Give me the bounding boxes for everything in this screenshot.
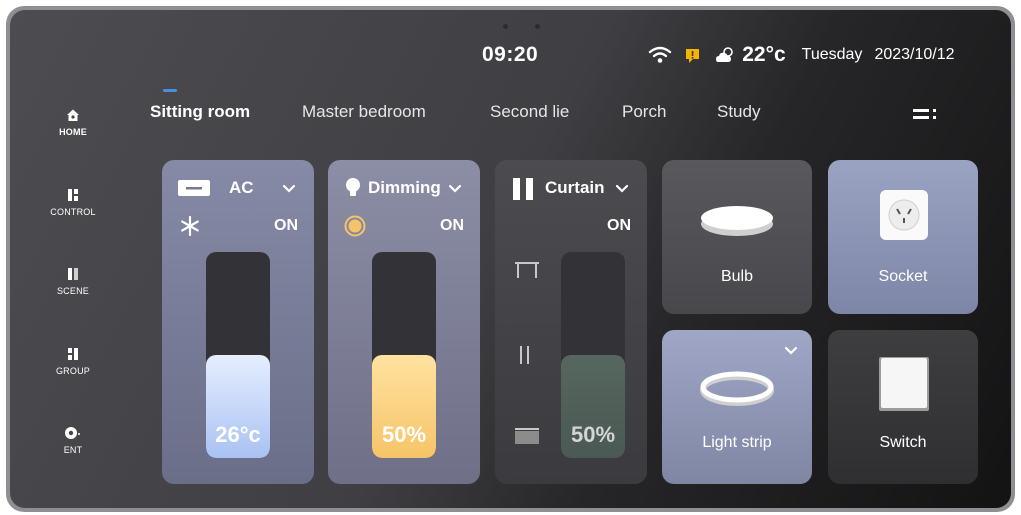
curtain-pause-icon[interactable] [519,346,531,364]
sidebar-label: ENT [63,445,83,455]
alert-icon [686,48,700,63]
status-bar: 09:20 22°c Tuesday 2023/10/12 [482,40,955,70]
light-strip-card[interactable]: Light strip [662,330,812,484]
socket-label: Socket [878,268,928,285]
ac-slider[interactable]: 26°c [206,252,270,458]
active-tab-indicator [163,89,177,92]
bulb-card[interactable]: Bulb [662,160,812,314]
curtain-card[interactable]: Curtain ON 50% [495,160,647,484]
ac-value: 26°c [215,422,261,447]
chevron-down-icon[interactable] [784,346,798,356]
switch-card[interactable]: Switch [828,330,978,484]
snowflake-icon[interactable] [180,216,200,236]
ac-unit-icon [178,180,210,196]
bulb-label: Bulb [720,268,754,285]
entertainment-icon [65,427,80,439]
wifi-icon [649,46,672,63]
tab-sitting-room[interactable]: Sitting room [150,102,250,122]
control-icon [68,189,78,201]
light-strip-label: Light strip [702,434,772,451]
home-icon [67,109,79,121]
curtain-icon [513,178,533,200]
date: 2023/10/12 [874,46,955,63]
curtain-close-icon[interactable] [515,428,539,444]
dimming-title: Dimming [368,178,441,197]
chevron-down-icon[interactable] [282,184,296,194]
weekday: Tuesday [801,46,863,63]
ceiling-light-icon [701,206,773,236]
sidebar-item-group[interactable]: GROUP [44,347,102,376]
tab-study[interactable]: Study [717,102,760,122]
camera-dot [535,24,540,29]
tab-second-lie[interactable]: Second lie [490,102,569,122]
wall-switch-icon [879,357,929,411]
screen: 09:20 22°c Tuesday 2023/10/12 HOME CONTR… [10,10,1011,508]
group-icon [68,348,78,360]
curtain-state[interactable]: ON [607,217,631,235]
socket-card[interactable]: Socket [828,160,978,314]
dimming-card[interactable]: Dimming ON 50% [328,160,480,484]
chevron-down-icon[interactable] [448,184,462,194]
device-frame: 09:20 22°c Tuesday 2023/10/12 HOME CONTR… [6,6,1015,512]
scene-icon [68,268,78,280]
dimming-slider[interactable]: 50% [372,252,436,458]
curtain-open-icon[interactable] [515,262,539,278]
chevron-down-icon[interactable] [615,184,629,194]
temperature: 22°c [742,43,786,66]
tab-master-bedroom[interactable]: Master bedroom [302,102,426,122]
dimming-value: 50% [381,422,427,447]
camera-dot [503,24,508,29]
sidebar-item-ent[interactable]: ENT [44,426,102,455]
tab-porch[interactable]: Porch [622,102,666,122]
sidebar-label: GROUP [55,366,90,376]
brightness-dot-icon[interactable] [344,215,366,237]
power-socket-icon [880,190,928,240]
sidebar-item-scene[interactable]: SCENE [44,267,102,296]
sidebar-label: HOME [59,127,87,137]
sidebar-item-home[interactable]: HOME [44,108,102,137]
ac-card[interactable]: AC ON 26°c [162,160,314,484]
curtain-value: 50% [570,422,616,447]
ac-state[interactable]: ON [274,217,298,235]
dimming-state[interactable]: ON [440,217,464,235]
lightbulb-icon [346,178,360,196]
sidebar-item-control[interactable]: CONTROL [44,188,102,217]
ring-light-icon [700,371,774,406]
curtain-slider[interactable]: 50% [561,252,625,458]
partly-cloudy-icon [716,47,734,62]
curtain-title: Curtain [545,178,605,197]
switch-label: Switch [879,434,927,451]
sidebar-label: SCENE [56,286,89,296]
menu-icon[interactable] [913,107,939,121]
sidebar-label: CONTROL [50,207,96,217]
ac-title: AC [229,178,254,197]
clock: 09:20 [482,43,539,66]
